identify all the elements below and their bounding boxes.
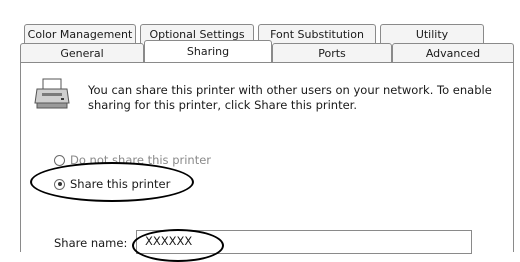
tab-label: Optional Settings <box>149 27 245 41</box>
radio-button-icon[interactable] <box>54 154 65 166</box>
radio-label-share: Share this printer <box>70 177 171 191</box>
tab-general[interactable]: General <box>20 43 144 62</box>
tab-label: Font Substitution <box>270 27 364 41</box>
tab-ports[interactable]: Ports <box>272 43 392 62</box>
tab-font-substitution[interactable]: Font Substitution <box>258 24 376 43</box>
printer-icon <box>34 77 72 111</box>
tab-label: Color Management <box>27 27 133 41</box>
printer-properties-dialog: Color Management Optional Settings Font … <box>0 0 520 262</box>
tab-label: Advanced <box>425 46 481 60</box>
tab-advanced[interactable]: Advanced <box>392 43 514 62</box>
tab-sharing[interactable]: Sharing <box>144 40 272 62</box>
radio-label-do-not-share: Do not share this printer <box>70 153 212 167</box>
tab-label: Sharing <box>186 45 230 58</box>
tab-color-management[interactable]: Color Management <box>24 24 136 43</box>
radio-do-not-share[interactable]: Do not share this printer <box>54 153 211 167</box>
radio-button-checked-icon[interactable] <box>54 178 65 190</box>
tab-label: Utility <box>415 27 449 41</box>
tab-utility[interactable]: Utility <box>380 24 484 43</box>
share-name-label: Share name: <box>54 236 128 250</box>
share-name-input[interactable]: XXXXXX <box>136 230 472 254</box>
tab-label: General <box>60 46 104 60</box>
sharing-description: You can share this printer with other us… <box>88 83 492 112</box>
tab-label: Ports <box>318 46 346 60</box>
radio-share-this-printer[interactable]: Share this printer <box>54 177 170 191</box>
